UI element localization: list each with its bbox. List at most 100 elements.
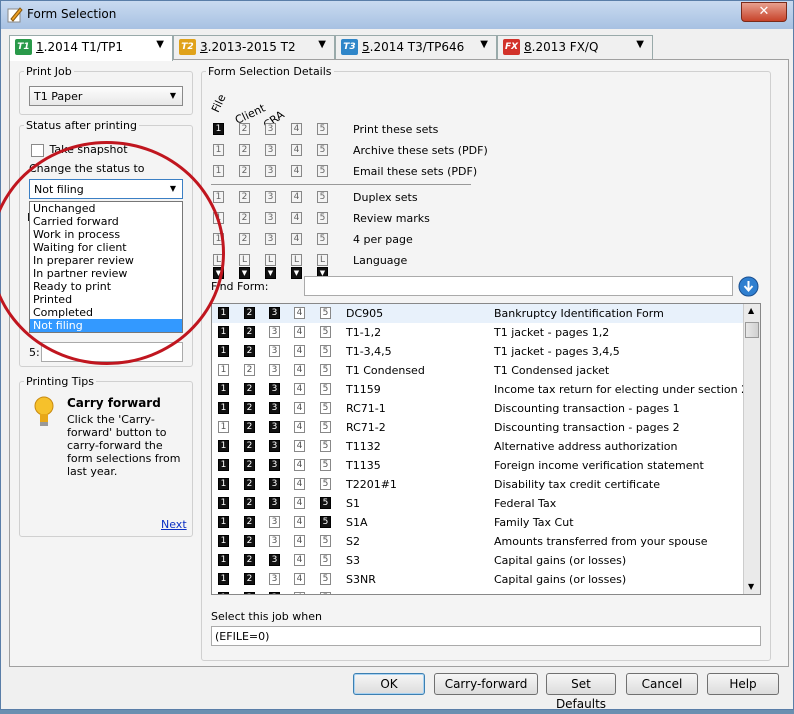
form-row[interactable]: 1 2 3 4 5 T1132 Alternative address authorizat…	[212, 437, 743, 456]
form-set-toggle[interactable]: 5	[320, 345, 331, 357]
find-form-input[interactable]	[304, 276, 733, 296]
set-toggle-box[interactable]: 1	[213, 191, 224, 203]
form-set-toggle[interactable]: 3	[269, 326, 280, 338]
form-set-toggle[interactable]: 2	[244, 497, 255, 509]
carry-forward-button[interactable]: Carry-forward	[434, 673, 538, 695]
form-set-toggle[interactable]: 1	[218, 459, 229, 471]
form-set-toggle[interactable]: 3	[269, 364, 280, 376]
form-set-toggle[interactable]: 5	[320, 516, 331, 528]
set-toggle-box[interactable]: 5	[317, 123, 328, 135]
form-set-toggle[interactable]: 1	[218, 383, 229, 395]
field-5-input[interactable]	[41, 342, 183, 362]
form-set-toggle[interactable]: 5	[320, 478, 331, 490]
status-option[interactable]: Waiting for client	[30, 241, 182, 254]
form-set-toggle[interactable]: 1	[218, 402, 229, 414]
form-set-toggle[interactable]: 5	[320, 307, 331, 319]
form-set-toggle[interactable]: 5	[320, 326, 331, 338]
form-set-toggle[interactable]: 2	[244, 326, 255, 338]
chevron-down-icon[interactable]: ▼	[156, 39, 164, 50]
tab-t2[interactable]: T2 3.2013-2015 T2 ▼	[173, 35, 335, 59]
form-set-toggle[interactable]: 5	[320, 421, 331, 433]
set-toggle-box[interactable]: 4	[291, 191, 302, 203]
set-defaults-button[interactable]: Set Defaults	[546, 673, 616, 711]
form-row[interactable]: 1 2 3 4 5 T2201#1 Disability tax credit certif…	[212, 475, 743, 494]
form-set-toggle[interactable]: 4	[294, 307, 305, 319]
form-set-toggle[interactable]: 3	[269, 402, 280, 414]
form-set-toggle[interactable]: 2	[244, 383, 255, 395]
form-row[interactable]: 1 2 3 4 5 DC905 Bankruptcy Identification Form	[212, 304, 743, 323]
form-set-toggle[interactable]: 1	[218, 516, 229, 528]
select-when-input[interactable]: (EFILE=0)	[211, 626, 761, 646]
form-row[interactable]: 1 2 3 4 5 RC71-2 Discounting transaction - pag…	[212, 418, 743, 437]
set-toggle-box[interactable]: 1	[213, 165, 224, 177]
close-button[interactable]: ✕	[741, 2, 787, 22]
form-set-toggle[interactable]: 5	[320, 535, 331, 547]
form-row[interactable]: 1 2 3 4 5 RC71-1 Discounting transaction - pag…	[212, 399, 743, 418]
set-toggle-box[interactable]: 3	[265, 191, 276, 203]
change-status-select[interactable]: Not filing ▼	[29, 179, 183, 199]
form-set-toggle[interactable]: 3	[269, 421, 280, 433]
forms-list[interactable]: 1 2 3 4 5 DC905 Bankruptcy Identification Form…	[211, 303, 761, 595]
form-set-toggle[interactable]: 1	[218, 345, 229, 357]
form-set-toggle[interactable]: 5	[320, 554, 331, 566]
help-button[interactable]: Help	[707, 673, 779, 695]
tip-next-link[interactable]: Next	[161, 518, 187, 531]
form-set-toggle[interactable]: 4	[294, 440, 305, 452]
form-row[interactable]: 1 2 3 4 5 S4 Statement of investment income	[212, 589, 743, 594]
status-option[interactable]: Work in process	[30, 228, 182, 241]
form-set-toggle[interactable]: 4	[294, 573, 305, 585]
set-toggle-box[interactable]: 2	[239, 165, 250, 177]
form-set-toggle[interactable]: 1	[218, 535, 229, 547]
form-set-toggle[interactable]: 3	[269, 459, 280, 471]
set-toggle-box[interactable]: 4	[291, 233, 302, 245]
form-row[interactable]: 1 2 3 4 5 T1-1,2 T1 jacket - pages 1,2	[212, 323, 743, 342]
status-option[interactable]: Ready to print	[30, 280, 182, 293]
form-set-toggle[interactable]: 1	[218, 307, 229, 319]
status-option[interactable]: In preparer review	[30, 254, 182, 267]
scroll-down-icon[interactable]: ▼	[748, 582, 754, 591]
set-toggle-box[interactable]: 2	[239, 233, 250, 245]
form-row[interactable]: 1 2 3 4 5 S2 Amounts transferred from your spo…	[212, 532, 743, 551]
set-toggle-box[interactable]: 2	[239, 191, 250, 203]
status-option[interactable]: Completed	[30, 306, 182, 319]
form-set-toggle[interactable]: 2	[244, 345, 255, 357]
set-toggle-box[interactable]: 5	[317, 191, 328, 203]
form-set-toggle[interactable]: 3	[269, 535, 280, 547]
chevron-down-icon[interactable]: ▼	[636, 39, 644, 50]
form-set-toggle[interactable]: 5	[320, 402, 331, 414]
form-row[interactable]: 1 2 3 4 5 T1159 Income tax return for electing…	[212, 380, 760, 399]
chevron-down-icon[interactable]: ▼	[318, 39, 326, 50]
set-toggle-box[interactable]: 2	[239, 123, 250, 135]
form-row[interactable]: 1 2 3 4 5 S3NR Capital gains (or losses)	[212, 570, 743, 589]
form-set-toggle[interactable]: 5	[320, 440, 331, 452]
form-set-toggle[interactable]: 1	[218, 421, 229, 433]
form-set-toggle[interactable]: 2	[244, 402, 255, 414]
form-set-toggle[interactable]: 2	[244, 364, 255, 376]
set-toggle-box[interactable]: 5	[317, 212, 328, 224]
language-select-4[interactable]: L▼	[291, 253, 302, 279]
form-set-toggle[interactable]: 2	[244, 440, 255, 452]
set-toggle-box[interactable]: 4	[291, 123, 302, 135]
form-set-toggle[interactable]: 5	[320, 592, 331, 594]
form-row[interactable]: 1 2 3 4 5 T1-3,4,5 T1 jacket - pages 3,4,5	[212, 342, 743, 361]
form-set-toggle[interactable]: 5	[320, 459, 331, 471]
form-set-toggle[interactable]: 5	[320, 573, 331, 585]
form-set-toggle[interactable]: 1	[218, 554, 229, 566]
form-set-toggle[interactable]: 1	[218, 497, 229, 509]
set-toggle-box[interactable]: 1	[213, 144, 224, 156]
form-set-toggle[interactable]: 3	[269, 554, 280, 566]
form-set-toggle[interactable]: 3	[269, 497, 280, 509]
language-select-3[interactable]: L▼	[265, 253, 276, 279]
form-set-toggle[interactable]: 5	[320, 497, 331, 509]
form-set-toggle[interactable]: 1	[218, 440, 229, 452]
set-toggle-box[interactable]: 1	[213, 233, 224, 245]
set-toggle-box[interactable]: 1	[213, 123, 224, 135]
form-row[interactable]: 1 2 3 4 5 S1 Federal Tax	[212, 494, 743, 513]
tab-t1[interactable]: T1 1.2014 T1/TP1 ▼	[9, 35, 173, 61]
status-option[interactable]: Unchanged	[30, 202, 182, 215]
language-select-1[interactable]: L▼	[213, 253, 224, 279]
set-toggle-box[interactable]: 4	[291, 165, 302, 177]
form-set-toggle[interactable]: 4	[294, 497, 305, 509]
form-set-toggle[interactable]: 3	[269, 592, 280, 594]
form-set-toggle[interactable]: 1	[218, 326, 229, 338]
